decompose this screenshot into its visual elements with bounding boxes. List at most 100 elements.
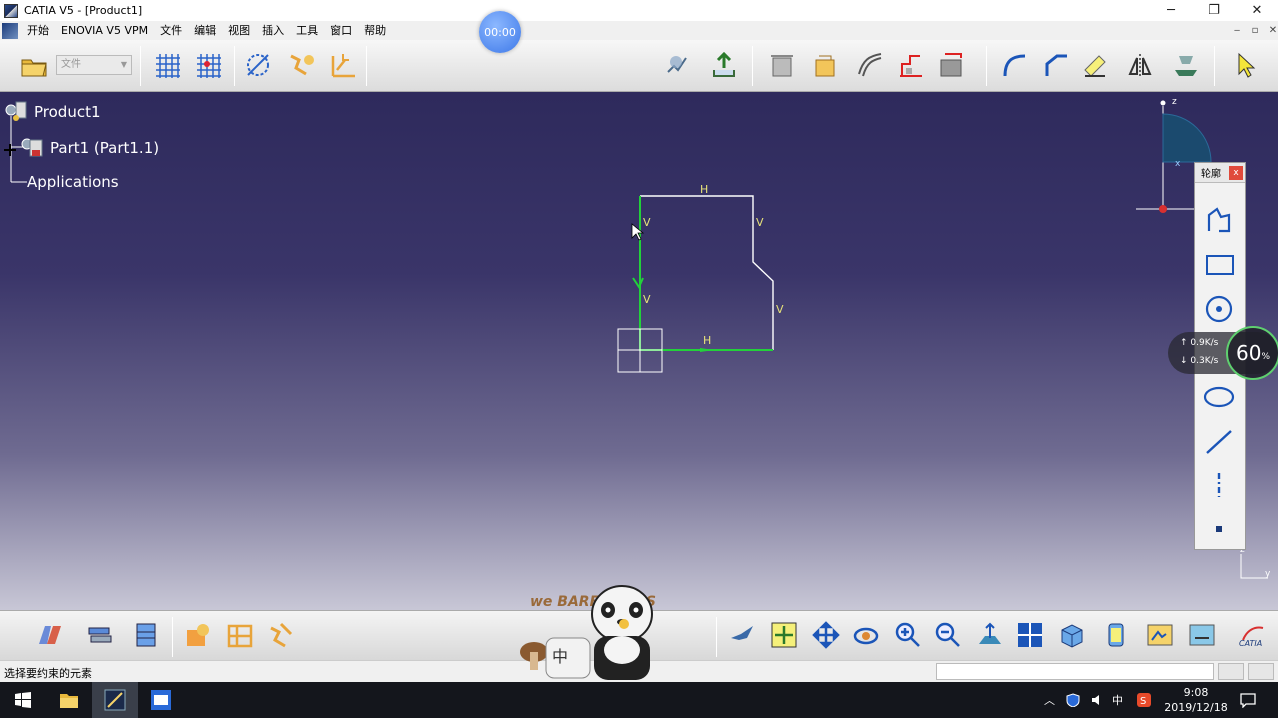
menu-view[interactable]: 视图 bbox=[222, 21, 256, 40]
auto-constraint-icon[interactable] bbox=[182, 619, 214, 651]
profile-feature-icon[interactable] bbox=[810, 49, 842, 81]
constraint-label-vertical-right-top: V bbox=[756, 216, 764, 229]
trim-icon[interactable] bbox=[1080, 49, 1112, 81]
power-input-field[interactable] bbox=[936, 663, 1214, 680]
mdi-close-button[interactable]: ✕ bbox=[1262, 21, 1278, 40]
hide-show-icon[interactable] bbox=[1144, 619, 1176, 651]
svg-text:S: S bbox=[1140, 696, 1146, 707]
snap-to-point-icon[interactable] bbox=[193, 49, 225, 81]
menu-file[interactable]: 文件 bbox=[154, 21, 188, 40]
menu-tools[interactable]: 工具 bbox=[290, 21, 324, 40]
close-button[interactable]: ✕ bbox=[1234, 0, 1278, 21]
tray-chevron-icon[interactable]: ︿ bbox=[1044, 682, 1055, 718]
point-icon[interactable] bbox=[1199, 511, 1239, 547]
normal-view-icon[interactable] bbox=[974, 619, 1006, 651]
tray-sogou-icon[interactable]: S bbox=[1136, 682, 1152, 718]
construction-element-icon[interactable] bbox=[242, 49, 274, 81]
clock-date: 2019/12/18 bbox=[1164, 701, 1228, 714]
isometric-view-icon[interactable] bbox=[1056, 619, 1088, 651]
zoom-in-icon[interactable] bbox=[892, 619, 924, 651]
pan-icon[interactable] bbox=[810, 619, 842, 651]
ellipse-icon[interactable] bbox=[1199, 379, 1239, 415]
select-arrow-icon[interactable] bbox=[1230, 49, 1262, 81]
constraint-label-vertical-left-bottom: V bbox=[643, 293, 651, 306]
compass-z-label: z bbox=[1172, 97, 1177, 107]
swap-visible-space-icon[interactable] bbox=[1186, 619, 1218, 651]
multi-view-icon[interactable] bbox=[1014, 619, 1046, 651]
animate-constraint-icon[interactable] bbox=[266, 619, 298, 651]
profile-icon[interactable] bbox=[1199, 203, 1239, 239]
palette-close-button[interactable]: x bbox=[1229, 165, 1243, 180]
circle-icon[interactable] bbox=[1199, 291, 1239, 327]
zoom-out-icon[interactable] bbox=[932, 619, 964, 651]
constraint-grid-icon[interactable] bbox=[224, 619, 256, 651]
recording-timer[interactable]: 00:00 bbox=[479, 11, 521, 53]
open-folder-icon[interactable] bbox=[18, 49, 50, 81]
catia-logo-icon: CATIA bbox=[1236, 619, 1268, 651]
chamfer-icon[interactable] bbox=[1040, 49, 1072, 81]
windows-taskbar: ︿ 中 S 9:08 2019/12/18 bbox=[0, 682, 1278, 718]
origin-grid-square bbox=[617, 328, 663, 373]
file-combo[interactable]: 文件 ▼ bbox=[56, 55, 132, 75]
status-button-1[interactable] bbox=[1218, 663, 1244, 680]
rainbow-tool-icon[interactable] bbox=[34, 619, 66, 651]
app-taskbar-icon[interactable] bbox=[138, 682, 184, 718]
layer-stack-icon[interactable] bbox=[84, 619, 116, 651]
file-explorer-icon[interactable] bbox=[46, 682, 92, 718]
curve-icon[interactable] bbox=[854, 49, 886, 81]
notification-center-icon[interactable] bbox=[1240, 682, 1256, 718]
mouse-cursor-icon bbox=[631, 223, 645, 241]
cut-part-icon[interactable] bbox=[766, 49, 798, 81]
download-speed: 0.3 bbox=[1190, 356, 1205, 366]
fly-mode-icon[interactable] bbox=[726, 619, 758, 651]
taskbar-clock[interactable]: 9:08 2019/12/18 bbox=[1160, 685, 1232, 715]
palette-title: 轮廓 bbox=[1201, 169, 1221, 180]
axis-icon[interactable] bbox=[1199, 467, 1239, 503]
tray-volume-icon[interactable] bbox=[1090, 682, 1104, 718]
main-toolbar: 文件 ▼ bbox=[0, 40, 1278, 92]
menu-help[interactable]: 帮助 bbox=[358, 21, 392, 40]
menu-window[interactable]: 窗口 bbox=[324, 21, 358, 40]
line-icon[interactable] bbox=[1199, 423, 1239, 459]
usage-dial[interactable]: 60% bbox=[1226, 326, 1278, 380]
constraint-label-horizontal-bottom: H bbox=[703, 334, 711, 347]
minimize-button[interactable]: ─ bbox=[1148, 0, 1194, 21]
tray-ime-indicator[interactable]: 中 bbox=[1112, 682, 1123, 718]
corner-icon[interactable] bbox=[998, 49, 1030, 81]
window-title: CATIA V5 - [Product1] bbox=[24, 4, 143, 17]
mascot-badge-text: 中 bbox=[552, 647, 568, 666]
clock-time: 9:08 bbox=[1183, 686, 1209, 699]
palette-header[interactable]: 轮廓 x bbox=[1195, 163, 1245, 183]
mirror-icon[interactable] bbox=[1124, 49, 1156, 81]
grid-icon[interactable] bbox=[152, 49, 184, 81]
fit-all-icon[interactable] bbox=[768, 619, 800, 651]
compass-x-label: x bbox=[1175, 159, 1181, 169]
title-bar: CATIA V5 - [Product1] ─ ❐ ✕ bbox=[0, 0, 1278, 21]
isolate-icon[interactable] bbox=[936, 49, 968, 81]
exit-sketcher-icon[interactable] bbox=[708, 49, 740, 81]
rotate-icon[interactable] bbox=[850, 619, 882, 651]
windows-start-icon[interactable] bbox=[0, 682, 46, 718]
menu-bar: 开始 ENOVIA V5 VPM 文件 编辑 视图 插入 工具 窗口 帮助 ‒ … bbox=[0, 21, 1278, 40]
tray-security-icon[interactable] bbox=[1066, 682, 1080, 718]
geometric-constraints-icon[interactable] bbox=[286, 49, 318, 81]
sketch-analysis-icon[interactable] bbox=[895, 49, 927, 81]
axis-corner-indicator: z y bbox=[1240, 545, 1271, 579]
sketch-canvas[interactable]: H V V V V H z x z y bbox=[0, 92, 1278, 610]
constraint-label-horizontal-top: H bbox=[700, 183, 708, 196]
catia-menu-icon[interactable] bbox=[2, 22, 18, 39]
menu-edit[interactable]: 编辑 bbox=[188, 21, 222, 40]
status-button-2[interactable] bbox=[1248, 663, 1274, 680]
menu-enovia[interactable]: ENOVIA V5 VPM bbox=[55, 21, 154, 40]
exit-workbench-icon[interactable] bbox=[661, 49, 693, 81]
layer-filter-icon[interactable] bbox=[130, 619, 162, 651]
menu-insert[interactable]: 插入 bbox=[256, 21, 290, 40]
shading-icon[interactable] bbox=[1100, 619, 1132, 651]
menu-start[interactable]: 开始 bbox=[21, 21, 55, 40]
catia-taskbar-icon[interactable] bbox=[92, 682, 138, 718]
restore-button[interactable]: ❐ bbox=[1191, 0, 1237, 21]
3d-viewport[interactable]: Product1 Part1 (Part1.1) Applications H … bbox=[0, 92, 1278, 610]
rectangle-icon[interactable] bbox=[1199, 247, 1239, 283]
project-3d-elements-icon[interactable] bbox=[1170, 49, 1202, 81]
dimensional-constraints-icon[interactable] bbox=[328, 49, 360, 81]
